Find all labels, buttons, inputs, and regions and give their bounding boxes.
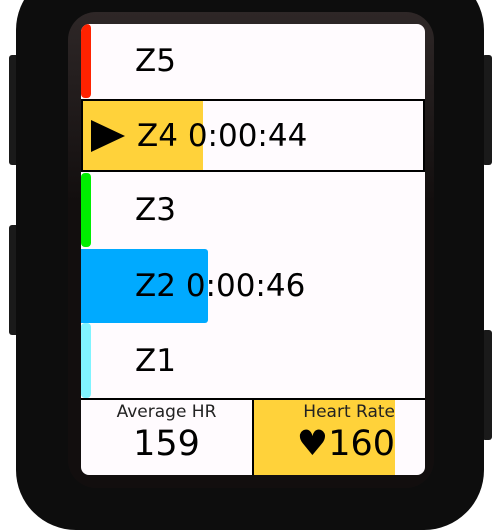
heart-icon: ♥ bbox=[296, 424, 329, 464]
zone-row-z1[interactable]: Z1 bbox=[81, 323, 425, 398]
heart-rate-field[interactable]: Heart Rate ♥160 bbox=[254, 400, 425, 475]
zone-label: Z4 0:00:44 bbox=[137, 117, 308, 154]
zone-row-z2[interactable]: Z2 0:00:46 bbox=[81, 249, 425, 323]
zone-color-bar bbox=[81, 24, 91, 98]
data-fields: Average HR 159 Heart Rate ♥160 bbox=[81, 398, 425, 475]
current-zone-arrow-icon bbox=[91, 119, 125, 152]
zone-label: Z2 0:00:46 bbox=[135, 268, 306, 304]
zone-color-bar bbox=[81, 173, 91, 247]
zone-color-bar bbox=[81, 323, 91, 398]
zone-label: Z1 bbox=[135, 342, 176, 379]
heart-rate-value: 160 bbox=[328, 424, 395, 464]
zone-label: Z5 bbox=[135, 43, 176, 79]
heart-rate-title: Heart Rate bbox=[303, 402, 395, 422]
zone-label: Z3 bbox=[135, 192, 176, 228]
heart-rate-value-wrap: ♥160 bbox=[254, 424, 395, 464]
zone-row-z5[interactable]: Z5 bbox=[81, 24, 425, 98]
zone-row-z3[interactable]: Z3 bbox=[81, 173, 425, 247]
average-hr-title: Average HR bbox=[116, 402, 217, 422]
average-hr-value: 159 bbox=[133, 424, 200, 464]
average-hr-field[interactable]: Average HR 159 bbox=[81, 400, 254, 475]
device-screen: Z5 Z4 0:00:44 Z3 Z2 0:00:46 Z1 Average H… bbox=[81, 24, 425, 475]
zone-row-z4-selected[interactable]: Z4 0:00:44 bbox=[81, 99, 425, 172]
